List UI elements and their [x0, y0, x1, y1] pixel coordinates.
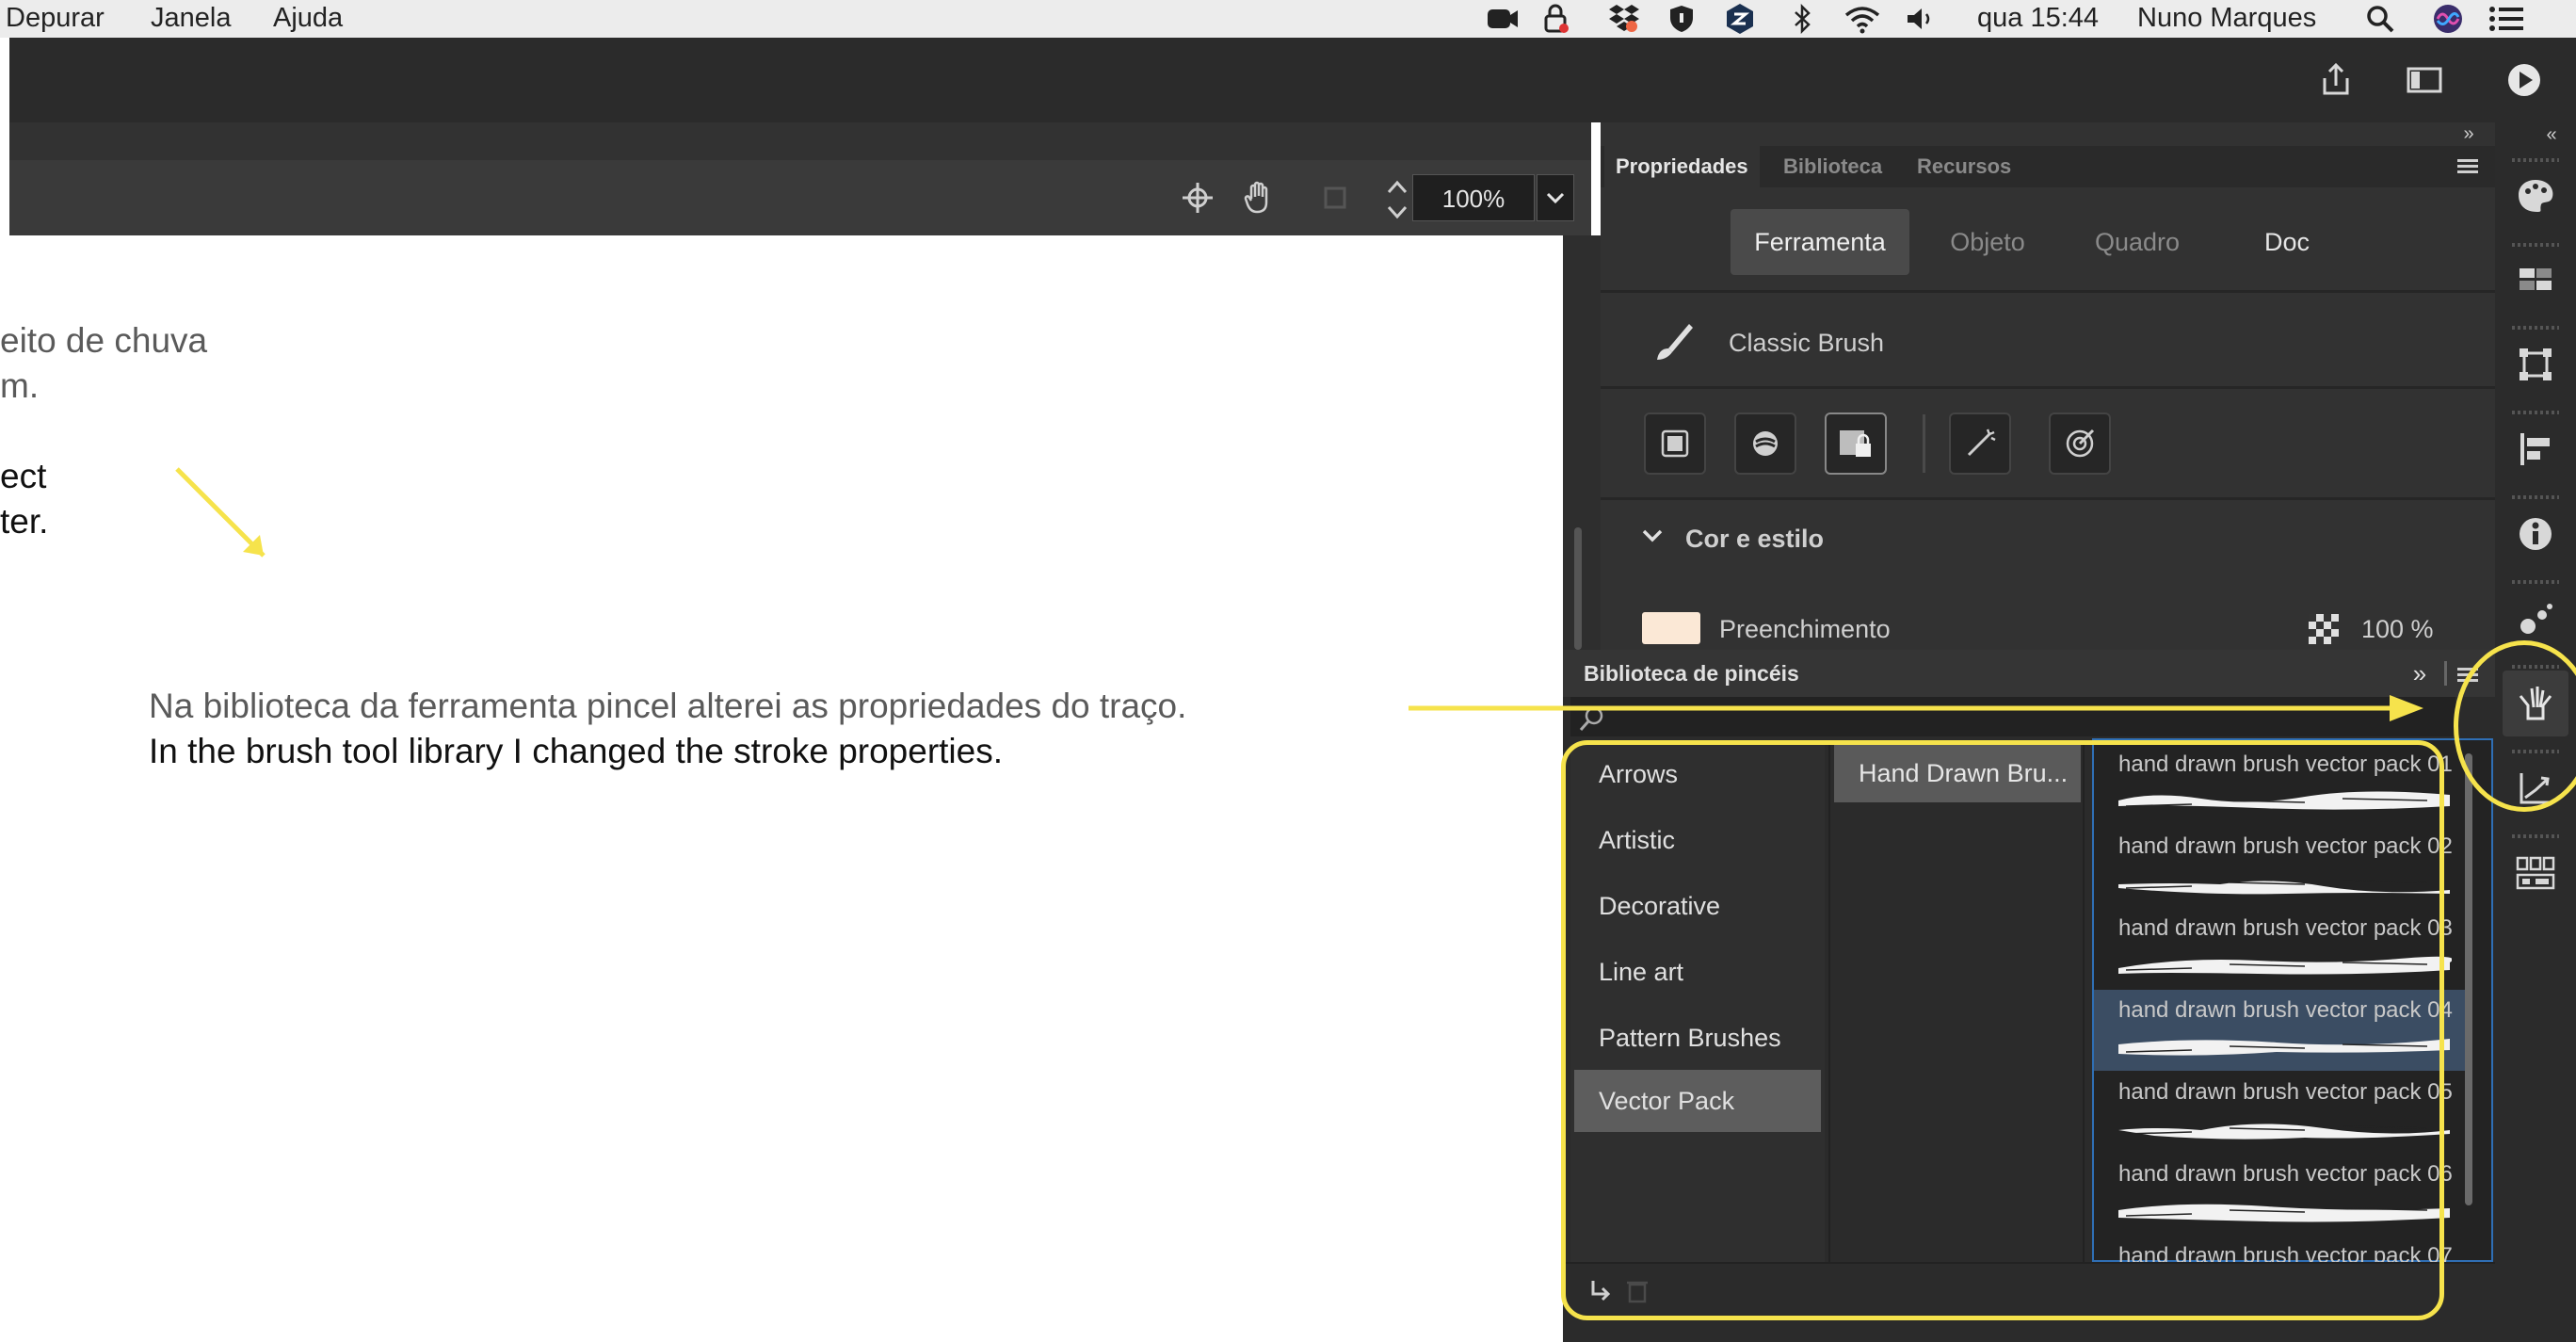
- annotation-text-pt: Na biblioteca da ferramenta pincel alter…: [149, 687, 1187, 725]
- divider: [2444, 661, 2447, 686]
- tab-propriedades[interactable]: Propriedades: [1604, 146, 1760, 187]
- partial-note-en-2: ter.: [0, 502, 49, 541]
- dock-grip: [2512, 326, 2559, 330]
- magic-wand-icon: [1967, 428, 1996, 457]
- divider: [1923, 414, 1925, 473]
- brush-mode-icon: [1753, 431, 1778, 456]
- dock-grip: [2512, 580, 2559, 584]
- dropbox-icon[interactable]: [1601, 0, 1642, 38]
- lock-icon[interactable]: [1535, 0, 1576, 38]
- user-name[interactable]: Nuno Marques: [2137, 0, 2316, 38]
- color-palette-icon[interactable]: [2503, 162, 2568, 228]
- fill-label: Preenchimento: [1719, 615, 1891, 643]
- object-drawing-icon: [1661, 429, 1689, 458]
- wifi-icon[interactable]: [1842, 0, 1883, 38]
- section-cor-e-estilo[interactable]: Cor e estilo: [1685, 520, 1824, 558]
- brush-mode-button[interactable]: [1734, 412, 1796, 475]
- lock-fill-icon: [1840, 430, 1871, 457]
- volume-icon[interactable]: [1900, 0, 1941, 38]
- annotation-text-en: In the brush tool library I changed the …: [149, 732, 1004, 770]
- divider: [1601, 497, 2495, 500]
- menu-ajuda[interactable]: Ajuda: [273, 0, 343, 38]
- dock-grip: [2512, 834, 2559, 838]
- segment-ferramenta[interactable]: Ferramenta: [1731, 209, 1909, 275]
- vpn-icon[interactable]: [1719, 0, 1761, 38]
- panel-menu-icon[interactable]: [2455, 154, 2480, 179]
- swatches-icon[interactable]: [2503, 247, 2568, 313]
- stage-controls-bar: [9, 160, 1591, 235]
- collapse-dock-icon[interactable]: «: [2533, 122, 2570, 147]
- zoom-input[interactable]: 100%: [1412, 174, 1535, 221]
- brush-tool-icon: [1651, 320, 1699, 367]
- collapse-panel-icon[interactable]: »: [2450, 122, 2487, 145]
- yellow-arrow-diagonal: [175, 467, 266, 558]
- fill-color-swatch[interactable]: [1642, 612, 1700, 644]
- menu-depurar[interactable]: Depurar: [6, 0, 105, 38]
- info-icon[interactable]: [2503, 501, 2568, 567]
- yellow-arrow-horizontal: [1409, 695, 2423, 721]
- object-drawing-mode-button[interactable]: [1644, 412, 1706, 475]
- partial-note-pt-2: m.: [0, 366, 40, 405]
- dock-grip: [2512, 495, 2559, 499]
- divider: [1601, 386, 2495, 389]
- expand-panel-icon[interactable]: »: [2403, 659, 2437, 687]
- clip-icon[interactable]: [1320, 183, 1350, 213]
- share-icon[interactable]: [2312, 57, 2359, 104]
- macos-menu-bar: Depurar Janela Ajuda qua 15:44 Nuno Marq…: [0, 0, 2576, 38]
- panel-layout-icon[interactable]: [2401, 57, 2448, 104]
- stepper-icon[interactable]: [1380, 173, 1414, 226]
- bluetooth-icon[interactable]: [1781, 0, 1823, 38]
- dock-grip: [2512, 411, 2559, 414]
- tab-biblioteca[interactable]: Biblioteca: [1772, 146, 1893, 187]
- brush-list-scrollbar[interactable]: [2465, 753, 2472, 1205]
- play-icon[interactable]: [2501, 57, 2548, 104]
- zoom-dropdown-button[interactable]: [1537, 174, 1574, 221]
- target-icon: [2066, 428, 2095, 458]
- partial-note-pt-1: eito de chuva: [0, 321, 208, 360]
- chevron-down-icon[interactable]: [1640, 524, 1668, 552]
- lock-fill-button[interactable]: [1825, 412, 1887, 475]
- segment-doc[interactable]: Doc: [2216, 209, 2358, 275]
- siri-icon[interactable]: [2427, 0, 2469, 38]
- align-icon[interactable]: [2503, 416, 2568, 482]
- segment-objeto[interactable]: Objeto: [1917, 209, 2058, 275]
- center-stage-icon[interactable]: [1177, 177, 1218, 218]
- menu-janela[interactable]: Janela: [151, 0, 231, 38]
- divider: [1601, 290, 2495, 293]
- transform-icon[interactable]: [2503, 331, 2568, 397]
- shield-icon[interactable]: [1661, 0, 1702, 38]
- pressure-button[interactable]: [1949, 412, 2011, 475]
- checkerboard-alpha-icon: [2309, 614, 2339, 644]
- segment-quadro[interactable]: Quadro: [2064, 209, 2211, 275]
- control-center-icon[interactable]: [2486, 0, 2527, 38]
- hand-tool-icon[interactable]: [1239, 177, 1280, 218]
- chevron-down-icon: [1546, 192, 1565, 204]
- zoom-app-icon[interactable]: [1482, 0, 1523, 38]
- tab-recursos[interactable]: Recursos: [1906, 146, 2022, 187]
- spotlight-search-icon[interactable]: [2359, 0, 2401, 38]
- highlight-brush-library-box: [1561, 740, 2444, 1320]
- components-icon[interactable]: [2503, 840, 2568, 906]
- tilt-button[interactable]: [2049, 412, 2111, 475]
- stage-scrollbar[interactable]: [1574, 527, 1582, 650]
- clock-text[interactable]: qua 15:44: [1977, 0, 2099, 38]
- stage-canvas[interactable]: [0, 235, 1563, 1342]
- timeline-strip: [9, 122, 1591, 160]
- partial-note-en-1: ect: [0, 457, 47, 495]
- app-toolbar: [9, 38, 2576, 122]
- tool-name: Classic Brush: [1729, 329, 1885, 357]
- fill-alpha-value[interactable]: 100 %: [2361, 610, 2434, 648]
